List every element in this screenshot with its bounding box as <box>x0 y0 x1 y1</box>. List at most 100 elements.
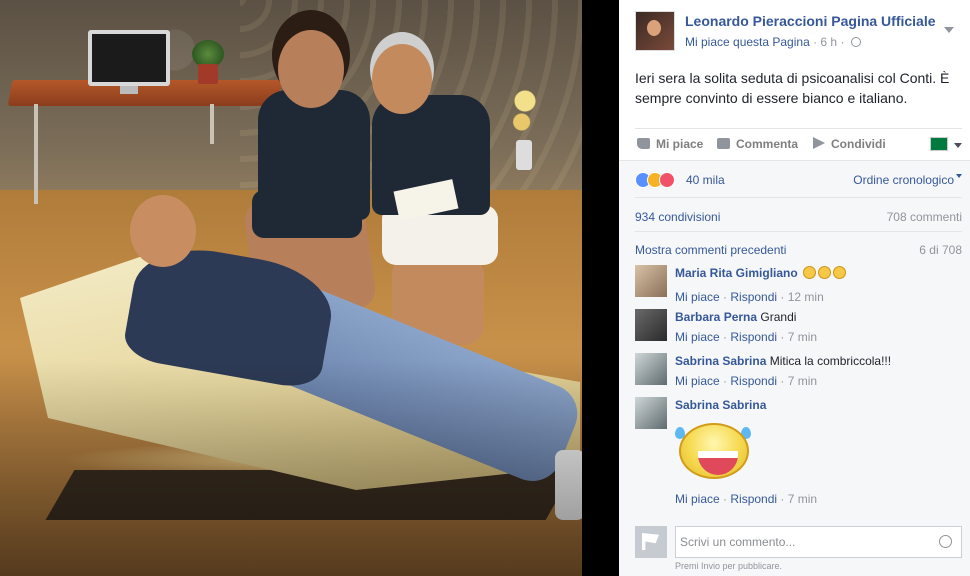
comment-time[interactable]: 7 min <box>788 492 817 506</box>
photo-person-right-head <box>372 44 432 114</box>
photo-monitor-stand <box>120 86 138 94</box>
sticker-face <box>679 423 749 479</box>
photo-person-middle-body <box>258 90 370 220</box>
comment-input[interactable] <box>675 526 962 558</box>
comment-actions: Mi piace · Rispondi · 7 min <box>675 329 962 345</box>
love-reaction-icon <box>659 172 675 188</box>
share-button-label: Condividi <box>831 137 886 151</box>
shares-row: 934 condivisioni 708 commenti <box>635 197 962 231</box>
photo-image[interactable] <box>0 0 582 576</box>
sticker-mouth <box>698 451 738 475</box>
laughing-emoji-icon <box>803 266 817 279</box>
commenter-avatar[interactable] <box>635 353 667 385</box>
smiley-icon[interactable] <box>939 535 952 548</box>
comment-sep: · <box>777 374 788 388</box>
comment-like-link[interactable]: Mi piace <box>675 374 720 388</box>
previous-comments-row: Mostra commenti precedenti 6 di 708 <box>635 231 962 259</box>
chevron-down-icon[interactable] <box>954 143 962 148</box>
current-user-avatar[interactable] <box>635 526 667 558</box>
comment-text: Grandi <box>760 310 797 324</box>
flag-icon <box>642 533 659 550</box>
photo-vase <box>516 140 532 170</box>
caret-down-icon <box>956 174 962 178</box>
post-sidebar: Leonardo Pieraccioni Pagina Ufficiale Mi… <box>619 0 970 576</box>
comments-section: 40 mila Ordine cronologico 934 condivisi… <box>619 160 970 576</box>
comment-order-dropdown[interactable]: Ordine cronologico <box>853 173 962 187</box>
commenter-avatar[interactable] <box>635 397 667 429</box>
comment-body: Maria Rita Gimigliano 😂😂😂 Mi piace · Ris… <box>675 265 962 305</box>
comment-sep: · <box>719 330 731 344</box>
comment-reply-link[interactable]: Rispondi <box>730 374 777 388</box>
comment-like-link[interactable]: Mi piace <box>675 330 720 344</box>
comment-reply-link[interactable]: Rispondi <box>730 290 777 304</box>
comment-actions: Mi piace · Rispondi · 12 min <box>675 289 962 305</box>
laughing-emoji-icon <box>818 266 832 279</box>
photo-plant-pot <box>198 64 218 84</box>
thumbs-up-icon <box>637 138 650 149</box>
comment-body: Barbara Perna Grandi Mi piace · Rispondi… <box>675 309 962 345</box>
commenter-avatar[interactable] <box>635 265 667 297</box>
comment-author[interactable]: Sabrina Sabrina <box>675 354 766 368</box>
comment-order-label: Ordine cronologico <box>853 173 954 187</box>
show-previous-comments-link[interactable]: Mostra commenti precedenti <box>635 243 786 257</box>
like-page-link[interactable]: Mi piace questa Pagina <box>685 35 810 49</box>
meta-separator: · <box>837 35 848 49</box>
comment-author[interactable]: Maria Rita Gimigliano <box>675 266 798 280</box>
laughing-emoji-icon <box>833 266 847 279</box>
page-avatar-face <box>647 20 661 36</box>
photo-monitor <box>88 30 170 86</box>
comment-reply-link[interactable]: Rispondi <box>730 330 777 344</box>
comment-time[interactable]: 12 min <box>788 290 824 304</box>
comment-sep: · <box>719 492 731 506</box>
comment-like-link[interactable]: Mi piace <box>675 290 720 304</box>
comment-author[interactable]: Barbara Perna <box>675 310 757 324</box>
comment-composer: Premi Invio per pubblicare. <box>635 525 962 571</box>
comment-reply-link[interactable]: Rispondi <box>730 492 777 506</box>
composer-hint: Premi Invio per pubblicare. <box>675 561 783 571</box>
chevron-down-icon[interactable] <box>944 27 954 33</box>
comments-page-count: 6 di 708 <box>919 243 962 257</box>
post-meta: Mi piace questa Pagina · 6 h · <box>685 35 861 49</box>
photo-person-lying-head <box>130 195 196 267</box>
photo-desk-leg <box>210 104 214 144</box>
like-button[interactable]: Mi piace <box>637 137 703 151</box>
shares-count-link[interactable]: 934 condivisioni <box>635 210 720 224</box>
photo-floor-shadow <box>0 360 582 576</box>
reactions-count[interactable]: 40 mila <box>686 173 725 187</box>
share-icon <box>813 137 825 149</box>
comment-time[interactable]: 7 min <box>788 330 817 344</box>
comment-body: Sabrina Sabrina Mitica la combriccola!!!… <box>675 353 962 389</box>
post-photo[interactable] <box>0 0 619 576</box>
comment-like-link[interactable]: Mi piace <box>675 492 720 506</box>
comment-sep: · <box>777 330 788 344</box>
page-avatar[interactable] <box>635 11 675 51</box>
post-header: Leonardo Pieraccioni Pagina Ufficiale Mi… <box>635 11 962 53</box>
comment-body: Sabrina Sabrina Mi piace · Rispondi · 7 … <box>675 397 962 507</box>
comment-actions: Mi piace · Rispondi · 7 min <box>675 373 962 389</box>
comment-actions: Mi piace · Rispondi · 7 min <box>675 491 962 507</box>
photo-person-middle-head <box>278 30 344 108</box>
photo-desk-leg <box>34 104 38 204</box>
meta-separator: · <box>809 35 821 49</box>
commenter-avatar[interactable] <box>635 309 667 341</box>
like-button-label: Mi piace <box>656 137 704 151</box>
comment-sep: · <box>777 492 788 506</box>
comment-sep: · <box>719 290 731 304</box>
comment-button[interactable]: Commenta <box>717 137 798 151</box>
post-actions: Mi piace Commenta Condividi <box>635 128 962 160</box>
globe-icon[interactable] <box>850 37 861 47</box>
comment-icon <box>717 138 730 149</box>
comments-count: 708 commenti <box>886 210 962 224</box>
comment-sep: · <box>719 374 731 388</box>
page-name-link[interactable]: Leonardo Pieraccioni Pagina Ufficiale <box>685 13 936 29</box>
post-text: Ieri sera la solita seduta di psicoanali… <box>635 70 950 106</box>
flag-icon[interactable] <box>930 137 948 151</box>
comment-author[interactable]: Sabrina Sabrina <box>675 398 766 412</box>
post-timestamp[interactable]: 6 h <box>820 35 837 49</box>
comment-button-label: Commenta <box>736 137 799 151</box>
comment-time[interactable]: 7 min <box>788 374 817 388</box>
laughing-sticker <box>675 419 751 481</box>
comment-sep: · <box>777 290 788 304</box>
share-button[interactable]: Condividi <box>813 137 886 151</box>
comment-text: Mitica la combriccola!!! <box>769 354 892 368</box>
